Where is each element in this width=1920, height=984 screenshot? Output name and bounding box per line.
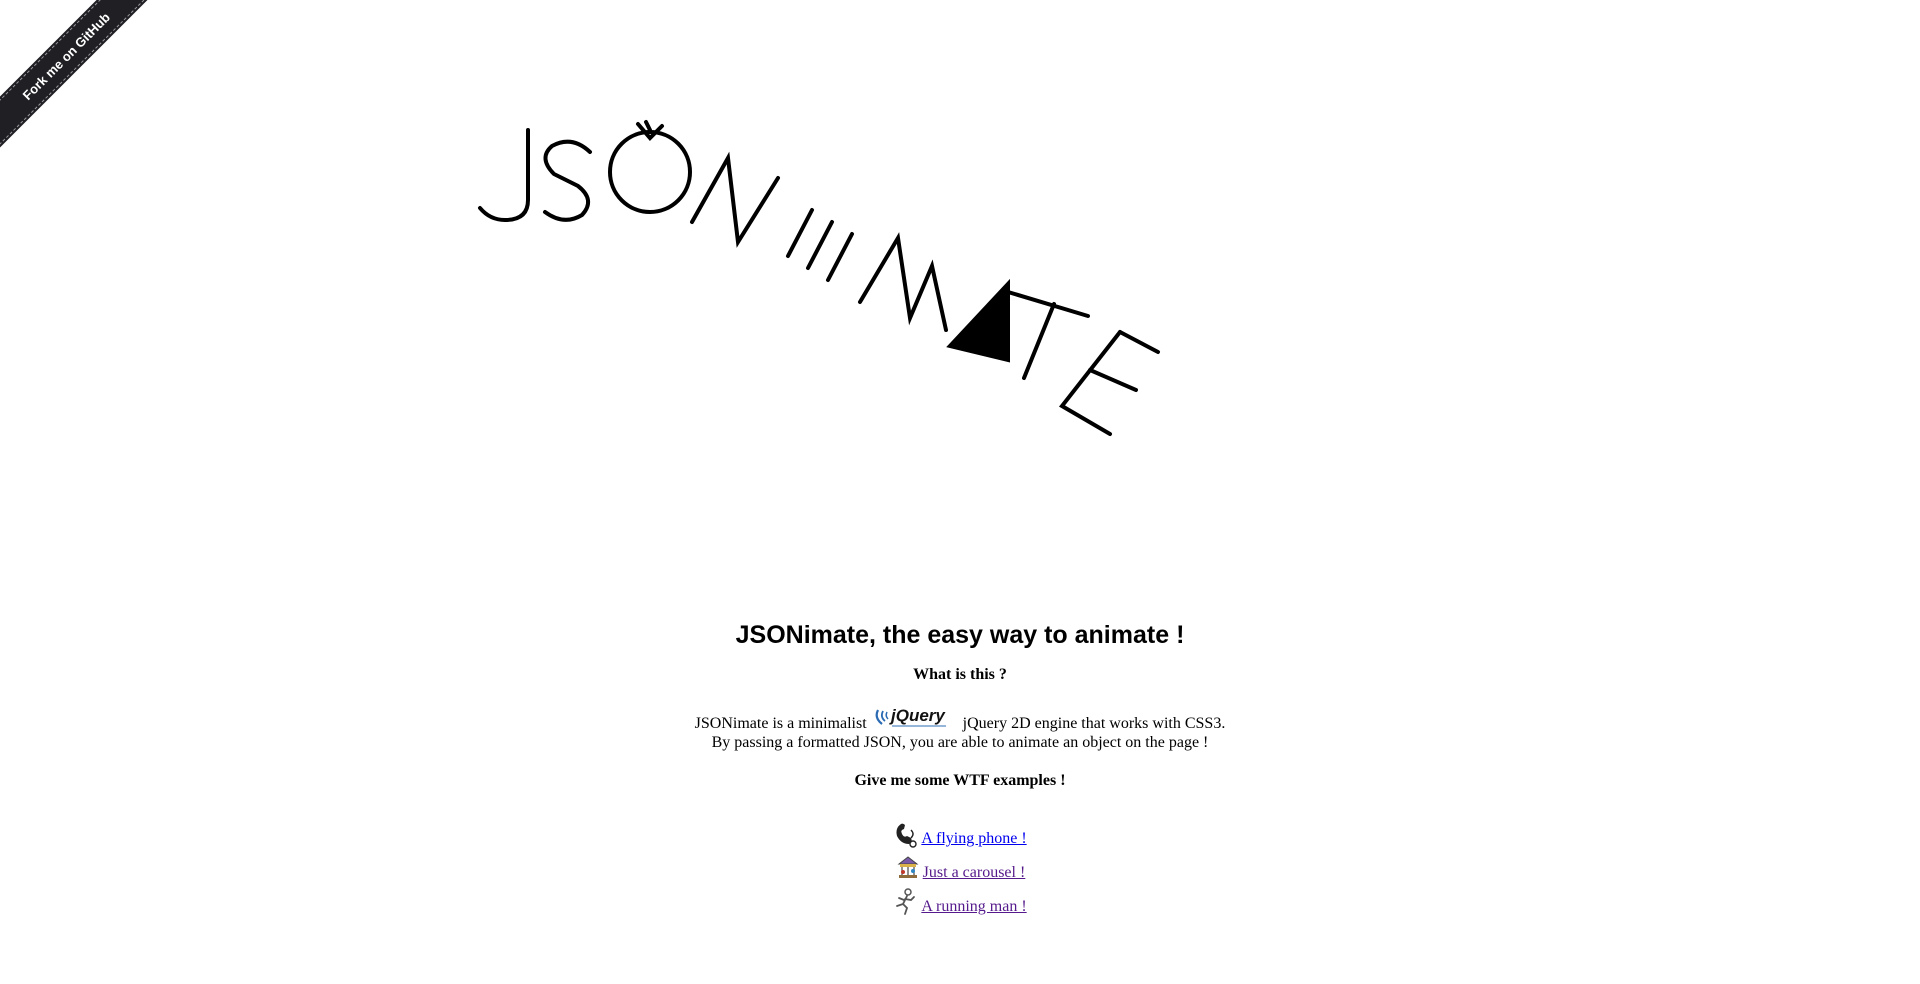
jquery-logo-text: jQuery (889, 706, 946, 725)
main-content: JSONimate, the easy way to animate ! Wha… (0, 620, 1920, 916)
fork-on-github-ribbon[interactable]: Fork me on GitHub (0, 0, 150, 150)
page: Fork me on GitHub JSONimate, the easy wa… (0, 0, 1920, 984)
description: JSONimate is a minimalist jQuery jQuery … (0, 704, 1920, 752)
example-item-carousel: Just a carousel ! (0, 848, 1920, 882)
examples-title: Give me some WTF examples ! (854, 772, 1066, 789)
ribbon-label: Fork me on GitHub (19, 9, 113, 103)
page-headline: JSONimate, the easy way to animate ! (735, 621, 1185, 649)
example-item-flying-phone: A flying phone ! (0, 814, 1920, 848)
flying-phone-link[interactable]: A flying phone ! (921, 830, 1026, 848)
description-line1-end: jQuery 2D engine that works with CSS3. (962, 715, 1226, 732)
what-is-this-title: What is this ? (913, 666, 1007, 683)
github-ribbon-container: Fork me on GitHub (0, 0, 150, 150)
phone-icon (896, 823, 918, 848)
running-man-link[interactable]: A running man ! (921, 898, 1026, 916)
jquery-logo-icon: jQuery (875, 706, 946, 727)
carousel-icon (897, 856, 919, 878)
carousel-link[interactable]: Just a carousel ! (923, 864, 1026, 882)
description-line1-start: JSONimate is a minimalist (694, 715, 867, 732)
running-man-icon (896, 888, 916, 915)
jsonimate-logo (478, 120, 1160, 436)
example-item-running-man: A running man ! (0, 882, 1920, 916)
description-line2: By passing a formatted JSON, you are abl… (711, 734, 1209, 751)
examples-list: A flying phone ! Just a carousel ! A run… (0, 814, 1920, 916)
